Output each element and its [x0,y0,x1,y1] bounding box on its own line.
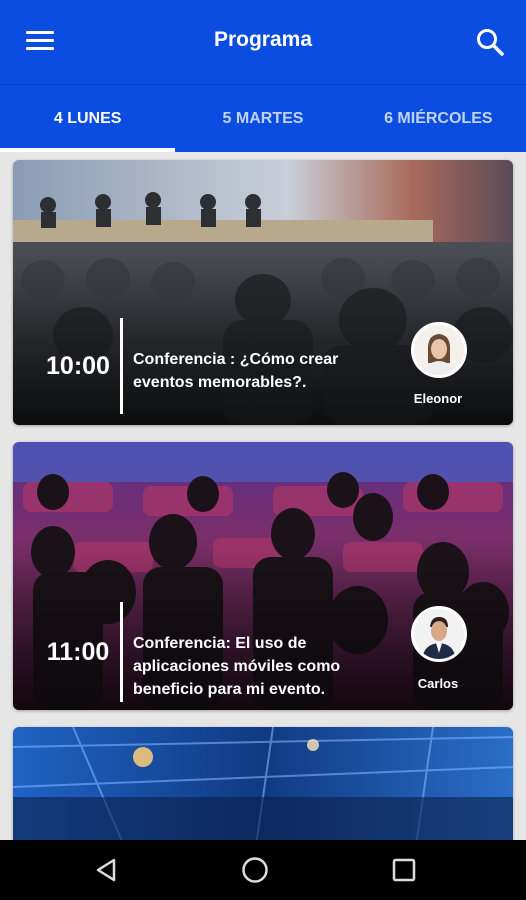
session-photo [13,727,513,840]
session-divider [120,318,123,414]
app-bar: Programa [0,0,526,84]
session-card[interactable] [13,727,513,840]
page-title: Programa [213,28,313,51]
session-title: Conferencia : ¿Cómo crear eventos memora… [133,351,339,391]
session-time: 11:00 [46,638,110,666]
speaker-name: Eleonor [413,391,463,406]
session-list[interactable]: 10:00 Conferencia : ¿Cómo crear eventos … [0,152,526,840]
recents-icon[interactable] [384,852,424,888]
day-tabs: 4 LUNES 5 MARTES 6 MIÉRCOLES [0,84,526,152]
session-time: 10:00 [46,352,110,380]
system-nav-bar [0,840,526,900]
home-icon[interactable] [235,852,275,888]
tab-lunes[interactable]: 4 LUNES [0,85,176,152]
session-card[interactable]: 11:00 Conferencia: El uso de aplicacione… [13,442,513,710]
session-title: Conferencia: El uso de aplicaciones móvi… [133,635,341,698]
search-icon[interactable] [474,26,506,58]
tab-martes[interactable]: 5 MARTES [175,85,350,152]
session-card[interactable]: 10:00 Conferencia : ¿Cómo crear eventos … [13,160,513,425]
speaker-avatar[interactable] [411,606,467,662]
session-divider [120,602,123,702]
tab-miercoles[interactable]: 6 MIÉRCOLES [351,85,526,152]
speaker-avatar[interactable] [411,322,467,378]
speaker-name: Carlos [417,676,459,691]
back-icon[interactable] [86,852,126,888]
